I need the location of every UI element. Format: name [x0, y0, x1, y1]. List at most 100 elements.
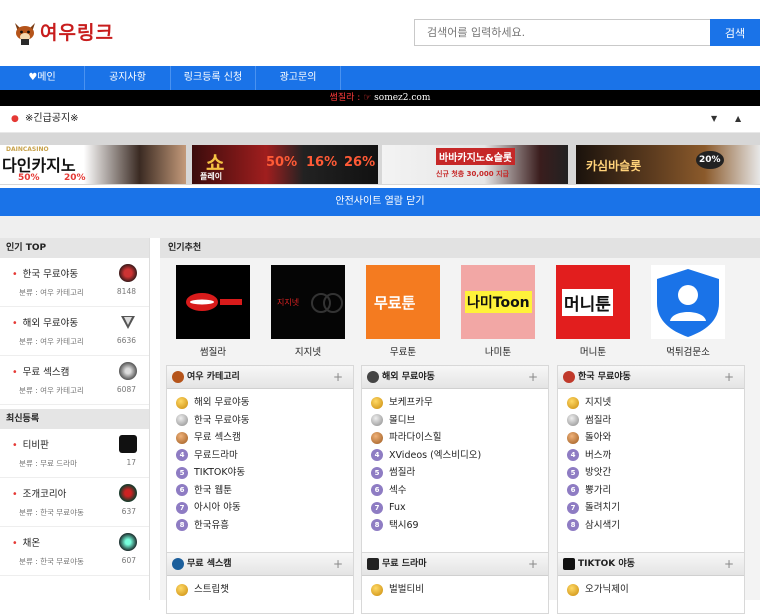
banner-4-bonus: 20%	[696, 151, 724, 169]
card-list: 오가닉제이	[558, 576, 744, 599]
more-plus-icon[interactable]: +	[333, 553, 343, 575]
card-link[interactable]: 4 버스까	[558, 447, 744, 465]
card-link[interactable]: 8 한국유흥	[167, 517, 353, 535]
recommended-label: 먹튀검문소	[666, 347, 710, 358]
lips-logo-icon	[176, 265, 250, 339]
more-plus-icon[interactable]: +	[528, 553, 538, 575]
rank-4-icon: 4	[371, 449, 383, 461]
card-header[interactable]: 여우 카테고리 +	[167, 366, 353, 389]
list-item[interactable]: 조개코리아 분류 : 한국 무료야동 637	[0, 478, 149, 527]
silver-medal-icon	[567, 414, 579, 426]
recommended-label: 머니툰	[579, 347, 607, 358]
card-link[interactable]: 한국 무료야동	[167, 412, 353, 430]
more-plus-icon[interactable]: +	[724, 553, 734, 575]
banner-dain-casino[interactable]: DAINCASINO 다인카지노 50% 20%	[0, 145, 186, 184]
card-link[interactable]: 벌벌티비	[362, 581, 548, 599]
card-link[interactable]: 해외 무료야동	[167, 394, 353, 412]
safe-site-toggle-button[interactable]: 안전사이트 열람 닫기	[0, 188, 760, 216]
mufree-logo-text: 무료툰	[374, 294, 416, 312]
card-link[interactable]: 6 뽕가리	[558, 482, 744, 500]
nav-item-notice[interactable]: 공지사항	[85, 66, 171, 90]
card-link-label: 오가닉제이	[585, 584, 629, 595]
recommended-item[interactable]: 썸질라	[176, 265, 250, 358]
list-item[interactable]: 채온 분류 : 한국 무료야동 607	[0, 527, 149, 576]
card-link-label: 해외 무료야동	[194, 397, 250, 408]
list-item[interactable]: 해외 무료야동 분류 : 여우 카테고리 6636	[0, 307, 149, 356]
category-icon	[563, 371, 575, 383]
card-link-label: 한국 무료야동	[194, 414, 250, 426]
search-bar: 검색	[414, 19, 760, 46]
gold-medal-icon	[567, 583, 579, 596]
notice-up-icon[interactable]: ▲	[735, 106, 741, 132]
card-link[interactable]: 스트립챗	[167, 581, 353, 599]
search-input[interactable]	[414, 19, 710, 46]
card-link[interactable]: 파라다이스힐	[362, 429, 548, 447]
card-link[interactable]: 7 Fux	[362, 499, 548, 517]
list-item[interactable]: 티비판 분류 : 무료 드라마 17	[0, 429, 149, 478]
banner-2-name: 플레이	[200, 172, 223, 181]
card-link[interactable]: 6 섹수	[362, 482, 548, 500]
rank-6-icon: 6	[371, 484, 383, 496]
card-link[interactable]: 돌아와	[558, 429, 744, 447]
ticker-text: 썸질라 : ☞	[329, 93, 372, 103]
card-link-label: 무료드라마	[194, 449, 238, 461]
ticker-bar[interactable]: 썸질라 : ☞ somez2.com	[0, 90, 760, 106]
nav-item-link-request[interactable]: 링크등록 신청	[171, 66, 256, 90]
site-logo[interactable]: 여우링크	[12, 18, 114, 45]
more-plus-icon[interactable]: +	[528, 366, 538, 388]
list-item-name: 티비판	[12, 437, 49, 451]
recommended-item[interactable]: 먹튀검문소	[651, 265, 725, 358]
card-header[interactable]: 해외 무료야동 +	[362, 366, 548, 389]
card-link[interactable]: 6 한국 웹툰	[167, 482, 353, 500]
card-link[interactable]: 7 아시아 야동	[167, 499, 353, 517]
card-link[interactable]: 무료 섹스캠	[167, 429, 353, 447]
banner-baba-casino[interactable]: 바바카지노&슬롯 신규 첫충 30,000 지급	[382, 145, 568, 184]
banner-show-play[interactable]: 쇼 플레이 50% 16% 26%	[192, 145, 378, 184]
card-link[interactable]: 8 삼시색기	[558, 517, 744, 535]
banner-4-title: 카심바슬롯	[586, 159, 642, 173]
recommended-item[interactable]: 지지넷 지지넷	[271, 265, 345, 358]
main-nav: ♥메인 공지사항 링크등록 신청 광고문의	[0, 66, 760, 90]
card-link[interactable]: 4 무료드라마	[167, 447, 353, 465]
banner-2-bonus-2: 16%	[306, 155, 338, 170]
more-plus-icon[interactable]: +	[333, 366, 343, 388]
banner-casimba-slot[interactable]: 카심바슬롯 20%	[576, 145, 760, 184]
main-content: 인기추천 썸질라 지지넷 지지넷 무료툰 무료툰 나미Toon 나미툰 머니툰 …	[160, 238, 760, 614]
mufree-toon-logo-icon: 무료툰	[366, 265, 440, 339]
card-link[interactable]: 썸질라	[558, 412, 744, 430]
rank-5-icon: 5	[371, 466, 383, 479]
card-list: 스트립챗	[167, 576, 353, 599]
recommended-item[interactable]: 머니툰 머니툰	[556, 265, 630, 358]
recommended-item[interactable]: 무료툰 무료툰	[366, 265, 440, 358]
card-link[interactable]: 5 방앗간	[558, 464, 744, 482]
recommended-item[interactable]: 나미Toon 나미툰	[461, 265, 535, 358]
card-link[interactable]: 7 돌려치기	[558, 499, 744, 517]
card-list: 보케프카무 몰디브 파라다이스힐 4 XVideos (엑스비디오) 5 썸질라 6…	[362, 389, 548, 534]
card-link[interactable]: 4 XVideos (엑스비디오)	[362, 447, 548, 465]
nav-item-ad-inquiry[interactable]: 광고문의	[256, 66, 341, 90]
card-header[interactable]: 무료 섹스캠 +	[167, 553, 353, 576]
list-item[interactable]: 한국 무료야동 분류 : 여우 카테고리 8148	[0, 258, 149, 307]
card-link[interactable]: 오가닉제이	[558, 581, 744, 599]
notice-down-icon[interactable]: ▼	[711, 106, 717, 132]
nav-item-main[interactable]: ♥메인	[0, 66, 85, 90]
card-header[interactable]: TIKTOK 야동 +	[558, 553, 744, 576]
card-link[interactable]: 지지넷	[558, 394, 744, 412]
list-item[interactable]: 무료 섹스캠 분류 : 여우 카테고리 6087	[0, 356, 149, 405]
card-link[interactable]: 8 택시69	[362, 517, 548, 535]
card-link[interactable]: 5 썸질라	[362, 464, 548, 482]
bronze-medal-icon	[176, 431, 188, 444]
card-link-label: 스트립챗	[194, 584, 229, 595]
card-header[interactable]: 무료 드라마 +	[362, 553, 548, 576]
card-link[interactable]: 5 TIKTOK야동	[167, 464, 353, 482]
card-link-label: 돌아와	[585, 432, 612, 443]
tiktok-icon	[563, 558, 575, 570]
category-card: 무료 섹스캠 + 스트립챗	[166, 552, 354, 614]
card-link[interactable]: 보케프카무	[362, 394, 548, 412]
search-button[interactable]: 검색	[710, 19, 760, 46]
play-icon	[367, 558, 379, 570]
card-link[interactable]: 몰디브	[362, 412, 548, 430]
sidebar-top-title: 인기 TOP	[0, 238, 149, 258]
more-plus-icon[interactable]: +	[724, 366, 734, 388]
card-header[interactable]: 한국 무료야동 +	[558, 366, 744, 389]
